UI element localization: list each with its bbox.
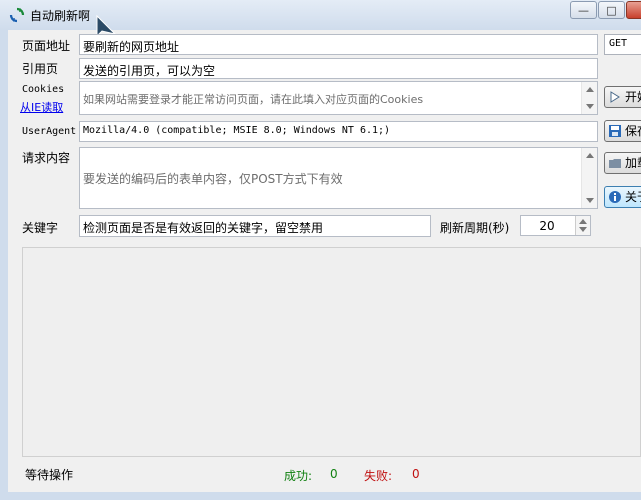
- load-button-label: 加载: [625, 156, 641, 170]
- log-area[interactable]: [22, 247, 641, 457]
- play-icon: [610, 91, 620, 103]
- floppy-disk-icon: [609, 125, 621, 137]
- minimize-icon: —: [578, 4, 589, 17]
- folder-icon: [609, 159, 621, 168]
- useragent-input[interactable]: Mozilla/4.0 (compatible; MSIE 8.0; Windo…: [79, 121, 598, 142]
- scroll-down-icon[interactable]: [586, 104, 594, 109]
- read-from-ie-link[interactable]: 从IE读取: [20, 99, 63, 115]
- refresh-app-icon: [9, 7, 25, 23]
- save-button[interactable]: 保存: [604, 120, 641, 142]
- keyword-label: 关键字: [22, 221, 59, 235]
- refresh-period-label: 刷新周期(秒): [440, 221, 510, 235]
- window-title: 自动刷新啊: [30, 9, 91, 23]
- close-button[interactable]: [626, 1, 641, 19]
- scroll-down-icon[interactable]: [586, 198, 594, 203]
- start-button[interactable]: 开始: [604, 86, 641, 108]
- url-label: 页面地址: [22, 39, 71, 53]
- cookies-label: Cookies: [22, 84, 65, 95]
- request-body-scrollbar[interactable]: [581, 148, 597, 208]
- window-frame-left: [0, 30, 8, 500]
- request-body-label: 请求内容: [22, 151, 71, 165]
- spin-up-icon[interactable]: [579, 219, 587, 224]
- about-button-label: 关于: [625, 190, 641, 204]
- restore-icon: □: [606, 4, 617, 17]
- spinner-buttons[interactable]: [575, 216, 590, 235]
- cookies-scrollbar[interactable]: [581, 82, 597, 114]
- minimize-button[interactable]: —: [570, 1, 597, 19]
- about-button[interactable]: 关于: [604, 186, 641, 208]
- success-label: 成功:: [284, 469, 313, 483]
- status-text: 等待操作: [25, 468, 74, 482]
- referer-input[interactable]: 发送的引用页，可以为空: [79, 58, 598, 79]
- window-frame-bottom: [0, 492, 641, 500]
- restore-button[interactable]: □: [598, 1, 625, 19]
- request-body-text: 要发送的编码后的表单内容，仅POST方式下有效: [83, 172, 343, 186]
- cookies-textarea[interactable]: 如果网站需要登录才能正常访问页面，请在此填入对应页面的Cookies: [79, 81, 598, 115]
- load-button[interactable]: 加载: [604, 152, 641, 174]
- success-count: 0: [330, 467, 338, 481]
- fail-count: 0: [412, 467, 420, 481]
- scroll-up-icon[interactable]: [586, 153, 594, 158]
- refresh-period-spinner[interactable]: 20: [520, 215, 591, 236]
- method-select[interactable]: GET: [604, 34, 641, 55]
- request-body-textarea[interactable]: 要发送的编码后的表单内容，仅POST方式下有效: [79, 147, 598, 209]
- start-button-label: 开始: [625, 90, 641, 104]
- fail-label: 失败:: [364, 469, 393, 483]
- url-input[interactable]: 要刷新的网页地址: [79, 34, 598, 55]
- referer-label: 引用页: [22, 62, 59, 76]
- info-icon: [609, 191, 621, 203]
- cookies-text: 如果网站需要登录才能正常访问页面，请在此填入对应页面的Cookies: [83, 93, 424, 106]
- save-button-label: 保存: [625, 124, 641, 138]
- scroll-up-icon[interactable]: [586, 87, 594, 92]
- refresh-period-value: 20: [539, 219, 555, 233]
- spin-down-icon[interactable]: [579, 227, 587, 232]
- keyword-input[interactable]: 检测页面是否是有效返回的关键字，留空禁用: [79, 215, 431, 237]
- useragent-label: UserAgent: [22, 126, 77, 137]
